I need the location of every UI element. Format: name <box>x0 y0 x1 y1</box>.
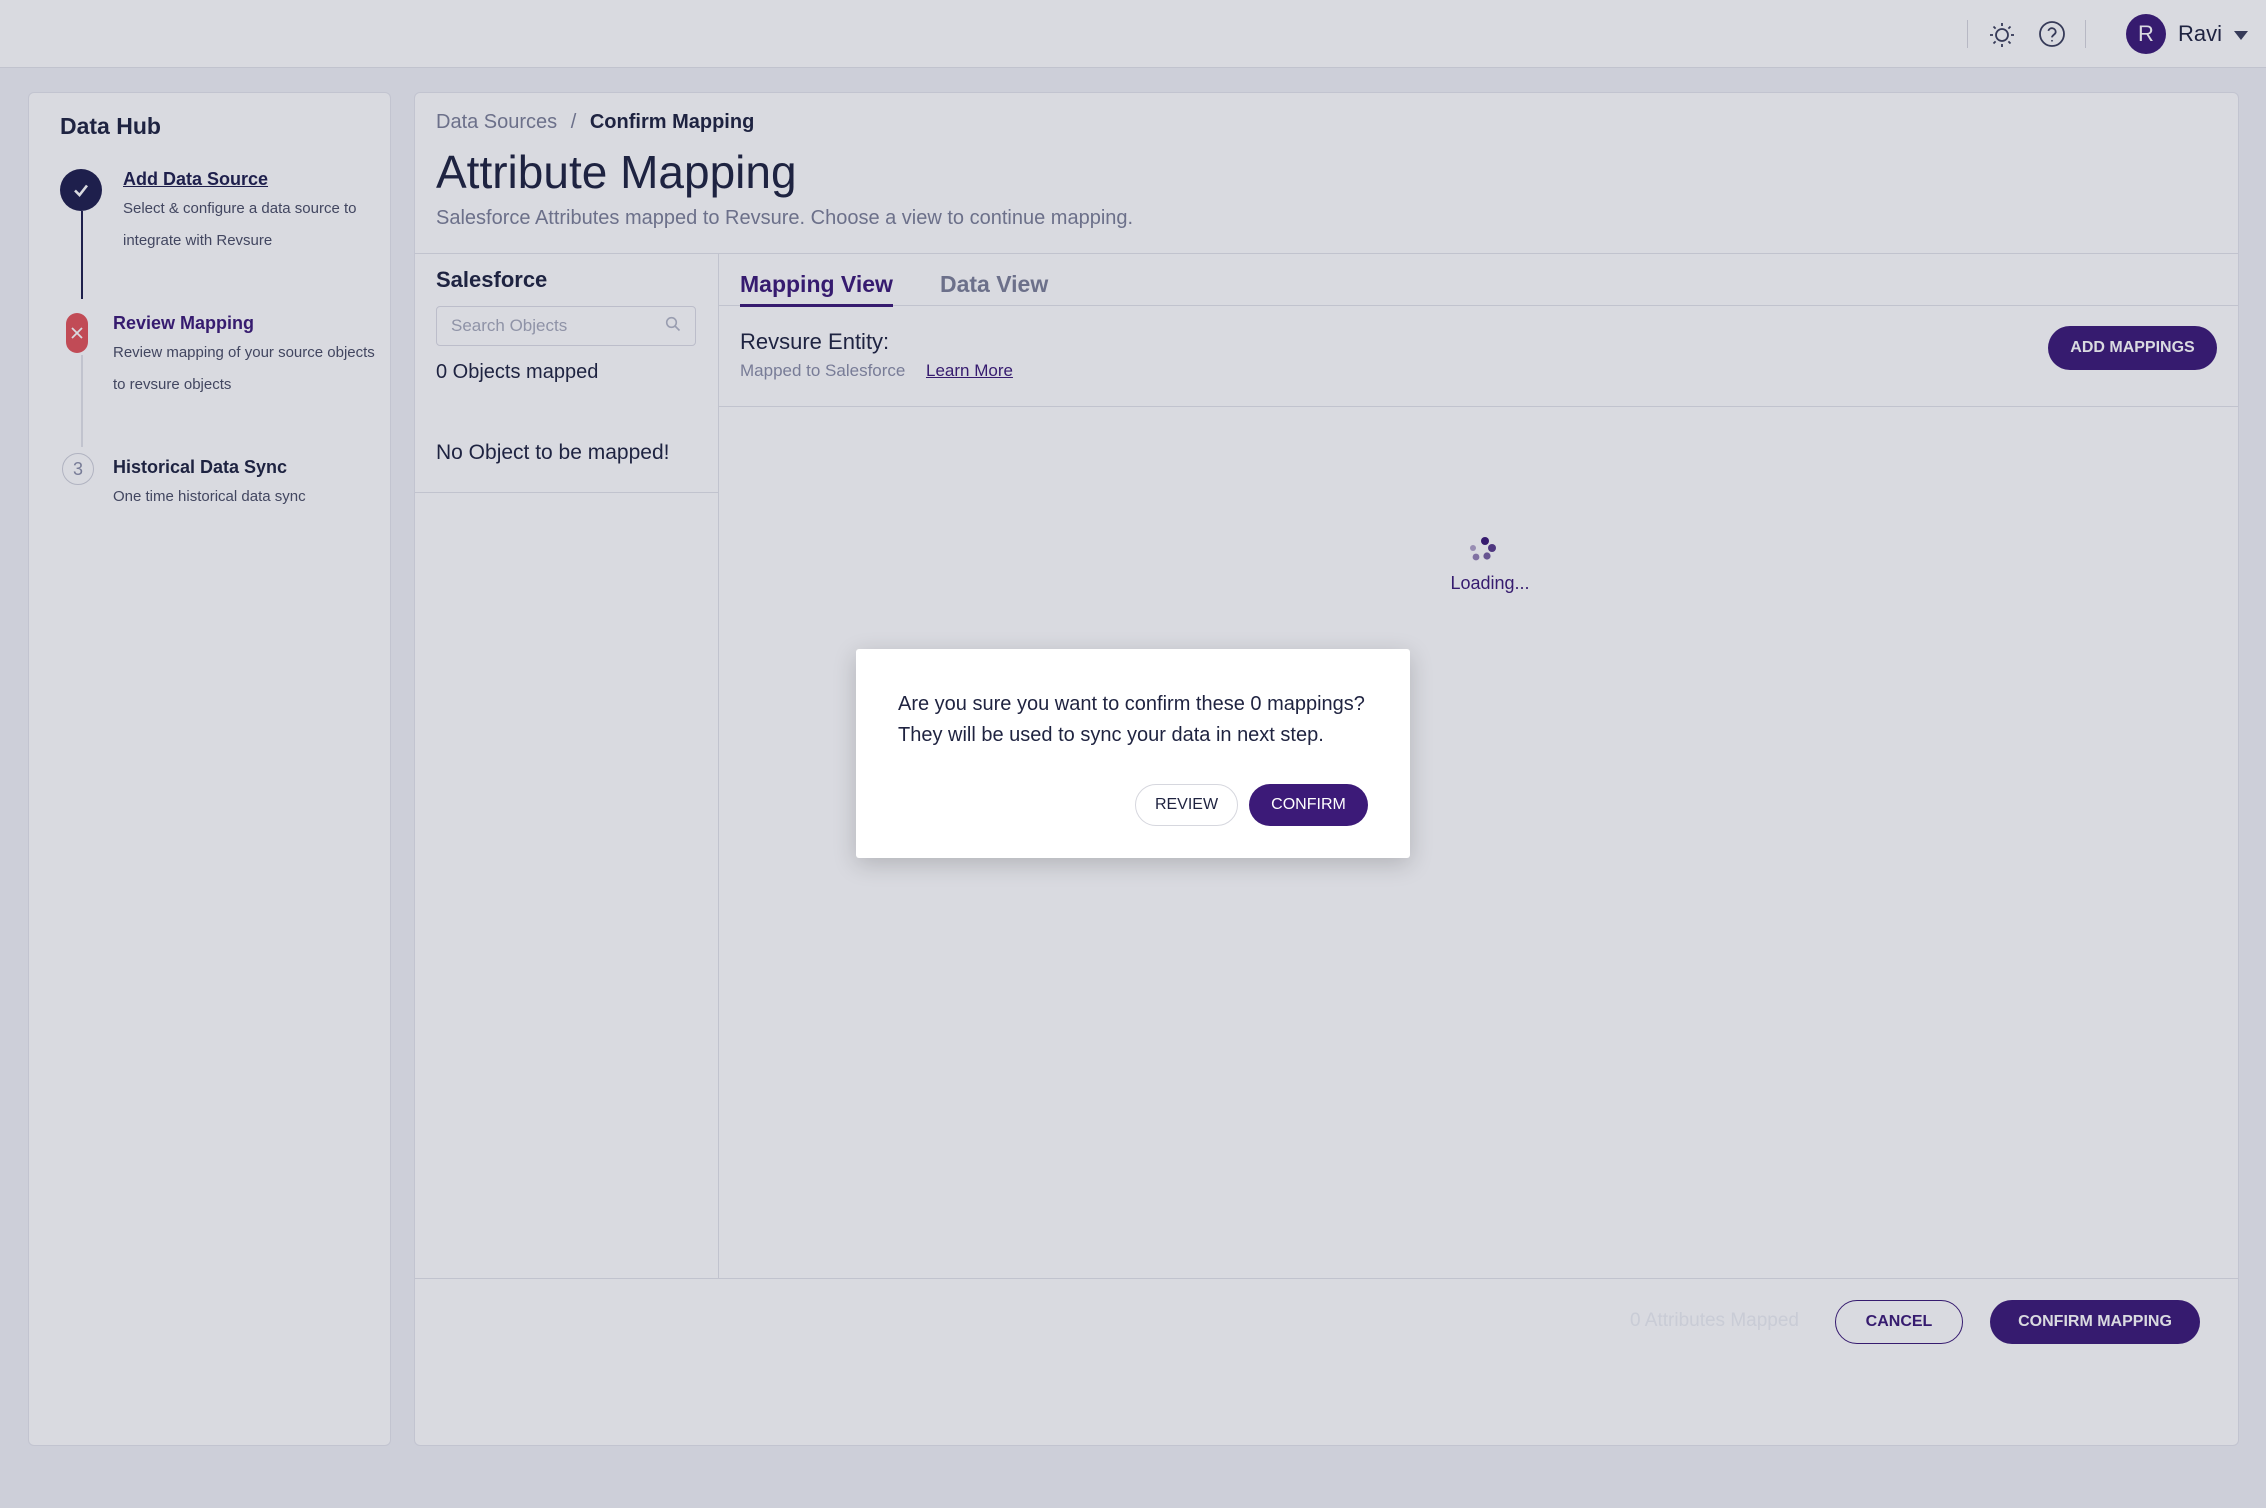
confirm-dialog: Are you sure you want to confirm these 0… <box>856 649 1410 858</box>
confirm-button[interactable]: CONFIRM <box>1249 784 1368 826</box>
review-button[interactable]: REVIEW <box>1135 784 1238 826</box>
dialog-message: Are you sure you want to confirm these 0… <box>898 693 1365 746</box>
